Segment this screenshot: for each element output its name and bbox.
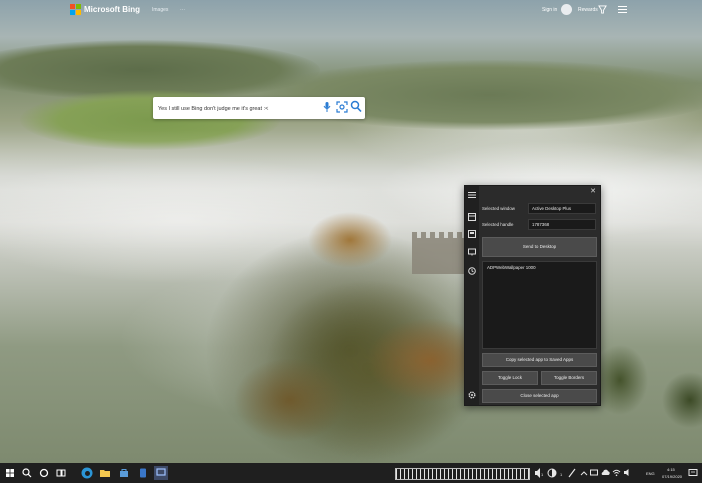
- windows-list-icon[interactable]: [468, 213, 476, 221]
- list-item[interactable]: ADPWebWallpaper 1000: [483, 262, 596, 273]
- app-sidebar: [465, 186, 479, 405]
- saved-apps-list: ADPWebWallpaper 1000: [482, 261, 597, 349]
- bing-logo[interactable]: Microsoft Bing: [70, 4, 140, 15]
- selected-window-field[interactable]: Active Desktop Plus: [528, 203, 596, 214]
- clock-date[interactable]: 07/19/2020: [662, 474, 682, 479]
- menu-icon[interactable]: [618, 6, 627, 14]
- brand-name: Microsoft Bing: [84, 5, 140, 14]
- hamburger-menu-icon[interactable]: [468, 191, 476, 199]
- wifi-icon[interactable]: [612, 468, 621, 477]
- task-view-icon[interactable]: [55, 467, 67, 479]
- chevron-up-icon[interactable]: [580, 469, 588, 477]
- close-selected-app-button[interactable]: Close selected app: [482, 389, 597, 403]
- rewards-link[interactable]: Rewards: [578, 7, 598, 13]
- bing-header: Microsoft Bing Images ··· Sign in Reward…: [0, 0, 702, 22]
- network-readout: 1: [560, 472, 563, 477]
- battery-icon[interactable]: [590, 468, 599, 477]
- copy-to-saved-apps-button[interactable]: Copy selected app to Saved Apps: [482, 353, 597, 367]
- selected-handle-label: Selected handle: [482, 222, 514, 227]
- notifications-icon[interactable]: [688, 468, 698, 478]
- settings-gear-icon[interactable]: [468, 391, 476, 399]
- trees: [600, 340, 702, 440]
- visual-search-icon[interactable]: [336, 101, 348, 113]
- store-icon[interactable]: [118, 467, 130, 479]
- search-icon[interactable]: [21, 467, 33, 479]
- sign-in-link[interactable]: Sign in: [542, 7, 557, 13]
- toggle-lock-button[interactable]: Toggle Lock: [482, 371, 538, 385]
- scroll-ruler[interactable]: [395, 468, 530, 480]
- history-icon[interactable]: [468, 267, 476, 275]
- nav-images-link[interactable]: Images: [152, 7, 168, 13]
- volume-readout: 1: [541, 472, 544, 477]
- castle-ruin: [412, 232, 468, 274]
- trophy-icon[interactable]: [598, 5, 607, 14]
- desktop-icon[interactable]: [468, 248, 476, 256]
- hill: [260, 60, 702, 130]
- microphone-icon[interactable]: [323, 101, 331, 113]
- search-icon[interactable]: [350, 100, 362, 113]
- edge-browser-icon[interactable]: [80, 466, 94, 480]
- clock-time[interactable]: 4:15: [667, 467, 675, 472]
- cortana-icon[interactable]: [38, 467, 50, 479]
- selected-handle-field[interactable]: 1787368: [528, 219, 596, 230]
- active-desktop-plus-taskbar-icon[interactable]: [154, 466, 168, 480]
- speaker-icon[interactable]: [623, 468, 632, 477]
- saved-apps-icon[interactable]: [468, 230, 476, 238]
- onedrive-cloud-icon[interactable]: [601, 468, 610, 477]
- brightness-icon[interactable]: [547, 467, 557, 479]
- avatar[interactable]: [561, 4, 572, 15]
- start-windows-icon[interactable]: [4, 467, 16, 479]
- file-explorer-icon[interactable]: [99, 467, 111, 479]
- send-to-desktop-button[interactable]: Send to Desktop: [482, 237, 597, 257]
- toggle-borders-button[interactable]: Toggle Borders: [541, 371, 597, 385]
- selected-window-label: Selected window: [482, 206, 515, 211]
- search-input[interactable]: [158, 103, 318, 114]
- close-window-button[interactable]: ✕: [589, 188, 597, 196]
- language-indicator[interactable]: ENG: [646, 471, 655, 476]
- nav-more-link[interactable]: ···: [180, 7, 185, 13]
- microsoft-logo-icon: [70, 4, 81, 15]
- app-icon[interactable]: [137, 467, 149, 479]
- pen-icon[interactable]: [568, 468, 576, 478]
- search-box: [153, 97, 365, 119]
